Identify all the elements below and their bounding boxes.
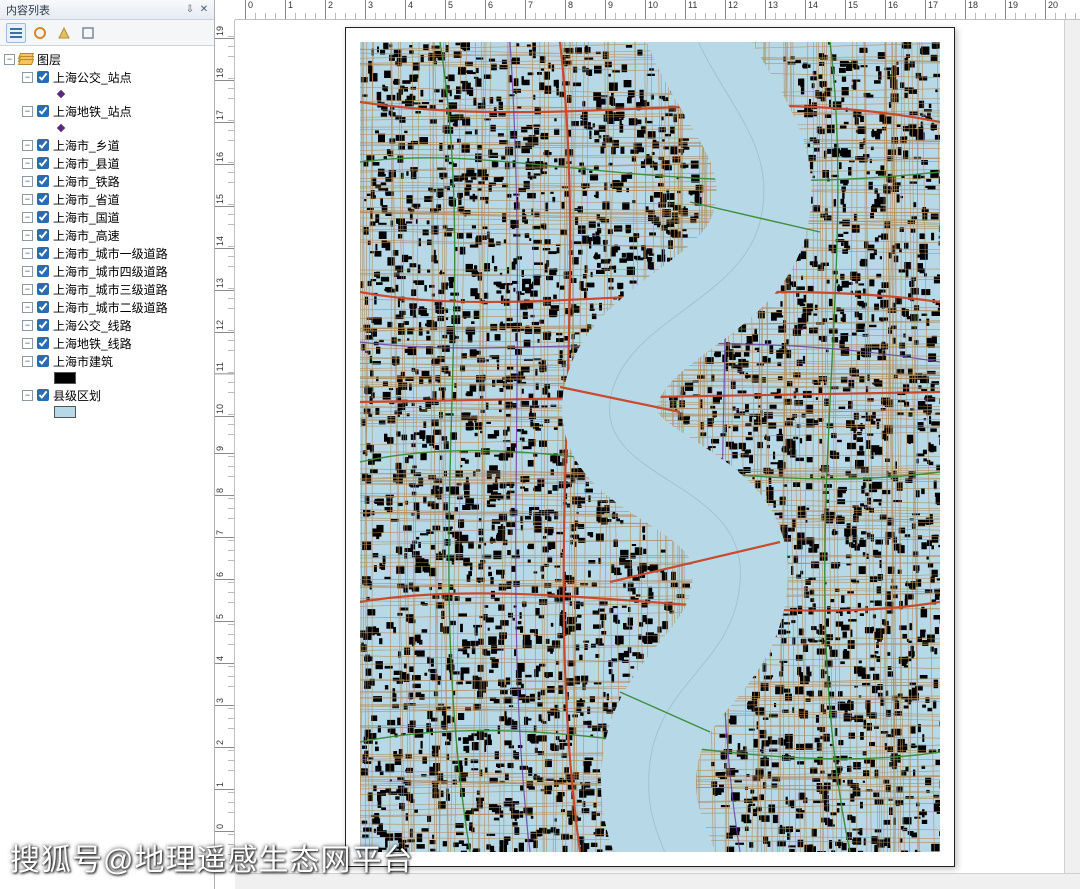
expand-toggle[interactable]: − bbox=[22, 266, 33, 277]
toc-header: 内容列表 ⇩ ✕ bbox=[0, 0, 214, 20]
layer-visibility-checkbox[interactable] bbox=[37, 71, 49, 83]
layer-node: − 上海地铁_站点 bbox=[22, 102, 214, 136]
toc-title: 内容列表 bbox=[6, 2, 50, 18]
layout-canvas[interactable] bbox=[235, 20, 1064, 873]
layer-symbol[interactable] bbox=[22, 404, 214, 420]
expand-toggle[interactable]: − bbox=[22, 158, 33, 169]
layer-visibility-checkbox[interactable] bbox=[37, 247, 49, 259]
expand-toggle[interactable]: − bbox=[22, 284, 33, 295]
layer-visibility-checkbox[interactable] bbox=[37, 105, 49, 117]
layer-node: − 上海市建筑 bbox=[22, 352, 214, 386]
layer-label[interactable]: 上海公交_站点 bbox=[53, 69, 132, 86]
layout-view: 01234567891011121314151617181920 1918171… bbox=[215, 0, 1080, 889]
layer-label[interactable]: 上海市_国道 bbox=[53, 209, 120, 226]
toc-panel: 内容列表 ⇩ ✕ − bbox=[0, 0, 215, 889]
layer-symbol[interactable] bbox=[22, 86, 214, 102]
expand-toggle[interactable]: − bbox=[22, 248, 33, 259]
layer-label[interactable]: 县级区划 bbox=[53, 387, 101, 404]
layer-visibility-checkbox[interactable] bbox=[37, 157, 49, 169]
expand-toggle[interactable]: − bbox=[4, 54, 15, 65]
layer-node: − 上海市_乡道 bbox=[22, 136, 214, 154]
layer-label[interactable]: 上海公交_线路 bbox=[53, 317, 132, 334]
layer-node: − 上海市_城市一级道路 bbox=[22, 244, 214, 262]
vertical-scrollbar[interactable] bbox=[1064, 20, 1080, 873]
close-icon[interactable]: ✕ bbox=[198, 4, 210, 16]
expand-toggle[interactable]: − bbox=[22, 194, 33, 205]
root-label[interactable]: 图层 bbox=[37, 51, 61, 68]
layer-node: − 上海地铁_线路 bbox=[22, 334, 214, 352]
expand-toggle[interactable]: − bbox=[22, 140, 33, 151]
layer-label[interactable]: 上海市_城市二级道路 bbox=[53, 299, 168, 316]
layer-visibility-checkbox[interactable] bbox=[37, 355, 49, 367]
layer-node: − 上海市_城市二级道路 bbox=[22, 298, 214, 316]
layer-node: − 上海公交_线路 bbox=[22, 316, 214, 334]
layer-node: − 上海市_铁路 bbox=[22, 172, 214, 190]
pin-icon[interactable]: ⇩ bbox=[184, 4, 196, 16]
app-root: 内容列表 ⇩ ✕ − bbox=[0, 0, 1080, 889]
page-frame[interactable] bbox=[345, 27, 955, 867]
layer-visibility-checkbox[interactable] bbox=[37, 283, 49, 295]
layer-visibility-checkbox[interactable] bbox=[37, 319, 49, 331]
layer-node: − 上海市_县道 bbox=[22, 154, 214, 172]
layer-node: − 上海市_高速 bbox=[22, 226, 214, 244]
horizontal-scrollbar[interactable] bbox=[235, 873, 1080, 889]
list-by-visibility-button[interactable] bbox=[54, 23, 74, 43]
layer-visibility-checkbox[interactable] bbox=[37, 193, 49, 205]
expand-toggle[interactable]: − bbox=[22, 176, 33, 187]
layer-label[interactable]: 上海地铁_线路 bbox=[53, 335, 132, 352]
layer-node: − 县级区划 bbox=[22, 386, 214, 420]
layer-visibility-checkbox[interactable] bbox=[37, 211, 49, 223]
layer-label[interactable]: 上海市_乡道 bbox=[53, 137, 120, 154]
layer-visibility-checkbox[interactable] bbox=[37, 229, 49, 241]
expand-toggle[interactable]: − bbox=[22, 302, 33, 313]
layer-node: − 上海公交_站点 bbox=[22, 68, 214, 102]
expand-toggle[interactable]: − bbox=[22, 390, 33, 401]
horizontal-ruler: 01234567891011121314151617181920 bbox=[235, 0, 1080, 20]
layer-label[interactable]: 上海市_高速 bbox=[53, 227, 120, 244]
layer-node: − 上海市_城市三级道路 bbox=[22, 280, 214, 298]
layer-symbol[interactable] bbox=[22, 370, 214, 386]
expand-toggle[interactable]: − bbox=[22, 356, 33, 367]
expand-toggle[interactable]: − bbox=[22, 212, 33, 223]
map-data-frame[interactable] bbox=[360, 42, 940, 852]
layout-body: 191817161514131211109876543210 bbox=[215, 20, 1080, 873]
toc-toolbar bbox=[0, 20, 214, 46]
layer-visibility-checkbox[interactable] bbox=[37, 175, 49, 187]
layer-visibility-checkbox[interactable] bbox=[37, 139, 49, 151]
layer-visibility-checkbox[interactable] bbox=[37, 337, 49, 349]
layer-node: − 上海市_国道 bbox=[22, 208, 214, 226]
expand-toggle[interactable]: − bbox=[22, 72, 33, 83]
vertical-ruler: 191817161514131211109876543210 bbox=[215, 20, 235, 873]
layer-visibility-checkbox[interactable] bbox=[37, 265, 49, 277]
layer-label[interactable]: 上海市_省道 bbox=[53, 191, 120, 208]
layer-label[interactable]: 上海市_城市一级道路 bbox=[53, 245, 168, 262]
layer-node: − 上海市_省道 bbox=[22, 190, 214, 208]
tree-root-node: − 图层 − 上海公交_站点 − 上海地铁_站点 − 上海市_乡道 − 上海市_县道 − 上海市_… bbox=[4, 50, 214, 420]
layer-node: − 上海市_城市四级道路 bbox=[22, 262, 214, 280]
layer-label[interactable]: 上海市_城市四级道路 bbox=[53, 263, 168, 280]
list-by-source-button[interactable] bbox=[30, 23, 50, 43]
expand-toggle[interactable]: − bbox=[22, 230, 33, 241]
expand-toggle[interactable]: − bbox=[22, 338, 33, 349]
layer-symbol[interactable] bbox=[22, 120, 214, 136]
layer-label[interactable]: 上海市建筑 bbox=[53, 353, 113, 370]
layer-label[interactable]: 上海市_城市三级道路 bbox=[53, 281, 168, 298]
toc-tree[interactable]: − 图层 − 上海公交_站点 − 上海地铁_站点 − 上海市_乡道 − 上海市_县道 − 上海市_… bbox=[0, 46, 214, 889]
layer-label[interactable]: 上海市_铁路 bbox=[53, 173, 120, 190]
list-by-selection-button[interactable] bbox=[78, 23, 98, 43]
layer-label[interactable]: 上海地铁_站点 bbox=[53, 103, 132, 120]
list-by-drawing-order-button[interactable] bbox=[6, 23, 26, 43]
layer-visibility-checkbox[interactable] bbox=[37, 301, 49, 313]
layer-label[interactable]: 上海市_县道 bbox=[53, 155, 120, 172]
toc-window-controls: ⇩ ✕ bbox=[184, 4, 210, 16]
expand-toggle[interactable]: − bbox=[22, 320, 33, 331]
layer-visibility-checkbox[interactable] bbox=[37, 389, 49, 401]
layers-icon bbox=[19, 53, 33, 65]
expand-toggle[interactable]: − bbox=[22, 106, 33, 117]
